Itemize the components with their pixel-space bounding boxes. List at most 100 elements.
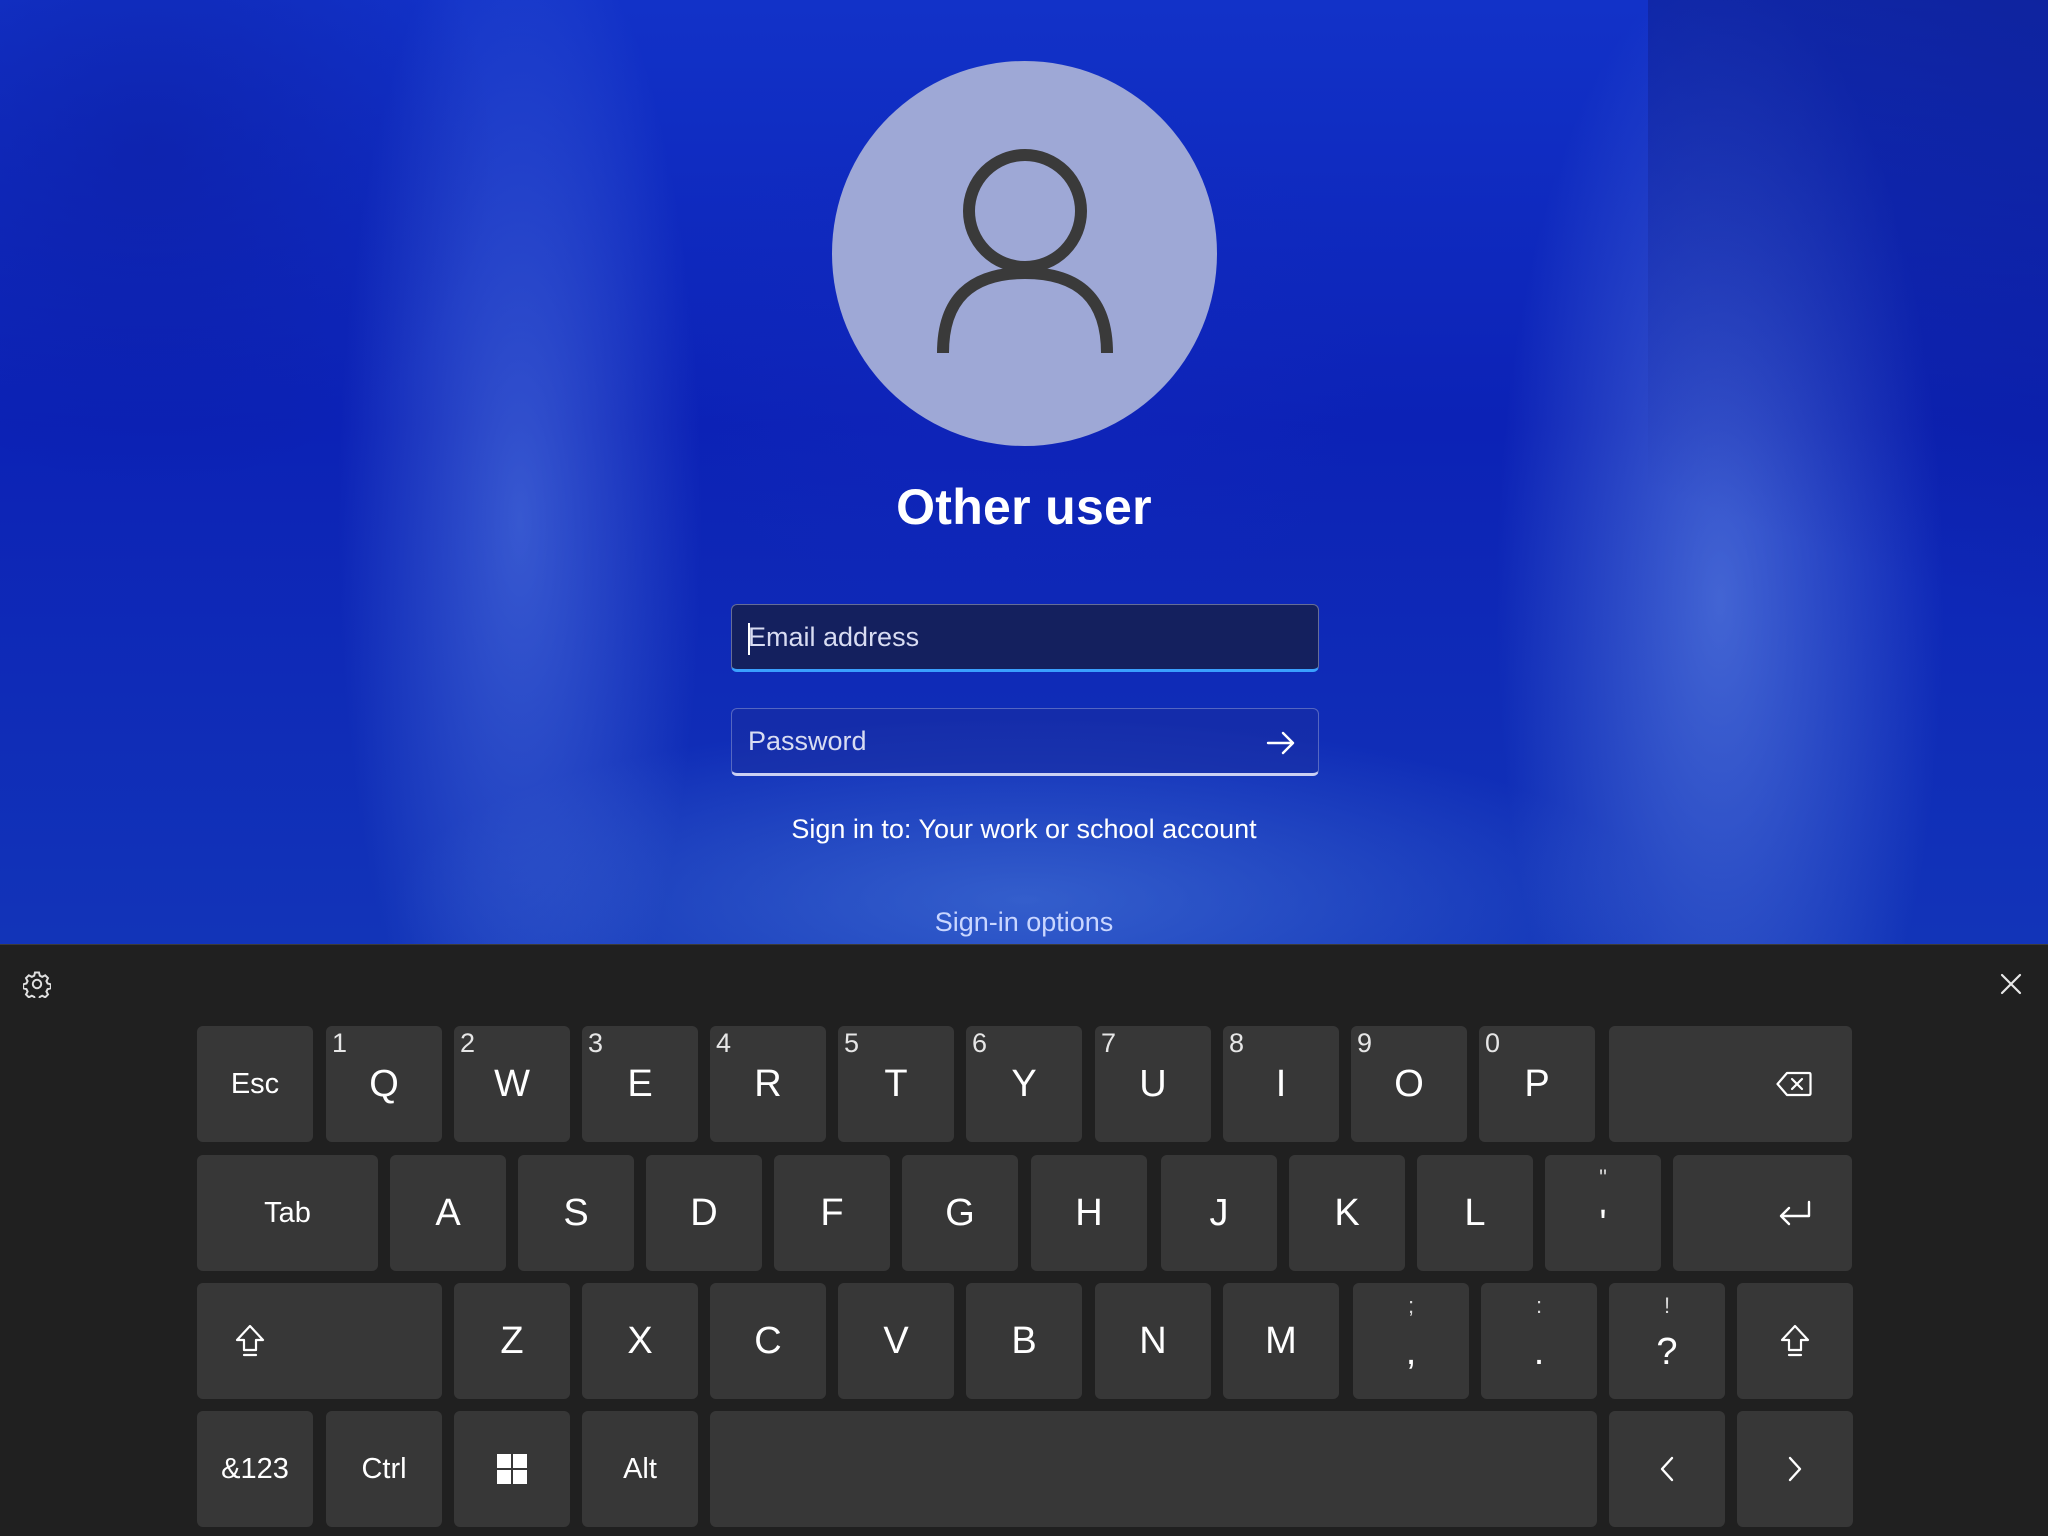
key-esc[interactable]: Esc bbox=[197, 1026, 313, 1142]
key-label: K bbox=[1334, 1191, 1360, 1234]
gear-icon bbox=[23, 971, 51, 998]
key-u[interactable]: 7 U bbox=[1095, 1026, 1211, 1142]
key-r[interactable]: 4 R bbox=[710, 1026, 826, 1142]
key-b[interactable]: B bbox=[966, 1283, 1082, 1399]
key-label: B bbox=[1011, 1319, 1037, 1362]
key-label: S bbox=[563, 1191, 589, 1234]
key-label: M bbox=[1265, 1319, 1297, 1362]
key-label: X bbox=[627, 1319, 653, 1362]
chevron-right-icon bbox=[1737, 1411, 1853, 1527]
key-label: Z bbox=[500, 1319, 524, 1362]
key-v[interactable]: V bbox=[838, 1283, 954, 1399]
key-z[interactable]: Z bbox=[454, 1283, 570, 1399]
key-i[interactable]: 8 I bbox=[1223, 1026, 1339, 1142]
key-j[interactable]: J bbox=[1161, 1155, 1277, 1271]
key-label: Tab bbox=[264, 1196, 311, 1229]
key-left-arrow[interactable] bbox=[1609, 1411, 1725, 1527]
key-s[interactable]: S bbox=[518, 1155, 634, 1271]
key-label: O bbox=[1394, 1062, 1424, 1105]
key-label: T bbox=[884, 1062, 908, 1105]
key-k[interactable]: K bbox=[1289, 1155, 1405, 1271]
key-shift-left[interactable] bbox=[197, 1283, 442, 1399]
key-label: , bbox=[1405, 1331, 1417, 1373]
key-label: D bbox=[690, 1191, 718, 1234]
key-c[interactable]: C bbox=[710, 1283, 826, 1399]
key-shift-label: ; bbox=[1407, 1293, 1415, 1318]
key-e[interactable]: 3 E bbox=[582, 1026, 698, 1142]
key-symbols[interactable]: &123 bbox=[197, 1411, 313, 1527]
key-q[interactable]: 1 Q bbox=[326, 1026, 442, 1142]
key-l[interactable]: L bbox=[1417, 1155, 1533, 1271]
key-f[interactable]: F bbox=[774, 1155, 890, 1271]
user-avatar bbox=[832, 61, 1217, 446]
key-label: P bbox=[1524, 1062, 1550, 1105]
key-label: Q bbox=[369, 1062, 399, 1105]
key-comma[interactable]: ; , bbox=[1353, 1283, 1469, 1399]
key-space[interactable] bbox=[710, 1411, 1597, 1527]
key-label: Y bbox=[1011, 1062, 1037, 1105]
key-label: I bbox=[1275, 1062, 1287, 1105]
keyboard-settings-button[interactable] bbox=[22, 969, 52, 999]
key-g[interactable]: G bbox=[902, 1155, 1018, 1271]
submit-button[interactable] bbox=[1264, 726, 1298, 760]
key-o[interactable]: 9 O bbox=[1351, 1026, 1467, 1142]
password-field[interactable] bbox=[731, 708, 1319, 776]
user-name: Other user bbox=[896, 479, 1152, 535]
key-h[interactable]: H bbox=[1031, 1155, 1147, 1271]
key-shift-right[interactable] bbox=[1737, 1283, 1853, 1399]
key-label: J bbox=[1209, 1191, 1229, 1234]
key-a[interactable]: A bbox=[390, 1155, 506, 1271]
close-icon bbox=[2000, 973, 2022, 995]
password-input[interactable] bbox=[732, 709, 1318, 773]
key-right-arrow[interactable] bbox=[1737, 1411, 1853, 1527]
key-label: Esc bbox=[230, 1067, 280, 1100]
key-label: E bbox=[627, 1062, 653, 1105]
key-label: Ctrl bbox=[361, 1452, 407, 1485]
keyboard-close-button[interactable] bbox=[1996, 969, 2026, 999]
key-label: A bbox=[435, 1191, 461, 1234]
arrow-right-icon bbox=[1266, 731, 1295, 755]
key-label: V bbox=[883, 1319, 909, 1362]
key-shift-label: ! bbox=[1663, 1293, 1671, 1318]
shift-icon bbox=[1737, 1283, 1853, 1399]
key-question[interactable]: ! ? bbox=[1609, 1283, 1725, 1399]
key-backspace[interactable] bbox=[1609, 1026, 1852, 1142]
key-p[interactable]: 0 P bbox=[1479, 1026, 1595, 1142]
key-label: &123 bbox=[221, 1452, 289, 1485]
key-label: Alt bbox=[623, 1452, 657, 1485]
key-n[interactable]: N bbox=[1095, 1283, 1211, 1399]
key-label: U bbox=[1139, 1062, 1167, 1105]
key-label: . bbox=[1533, 1331, 1545, 1373]
key-label: ? bbox=[1656, 1331, 1678, 1373]
key-m[interactable]: M bbox=[1223, 1283, 1339, 1399]
key-tab[interactable]: Tab bbox=[197, 1155, 378, 1271]
key-label: G bbox=[945, 1191, 975, 1234]
email-field[interactable] bbox=[731, 604, 1319, 672]
key-windows[interactable] bbox=[454, 1411, 570, 1527]
key-period[interactable]: : . bbox=[1481, 1283, 1597, 1399]
key-label: R bbox=[754, 1062, 782, 1105]
key-label: C bbox=[754, 1319, 782, 1362]
person-icon bbox=[936, 148, 1113, 353]
email-input[interactable] bbox=[732, 605, 1318, 669]
key-ctrl[interactable]: Ctrl bbox=[326, 1411, 442, 1527]
key-label: L bbox=[1464, 1191, 1486, 1234]
key-w[interactable]: 2 W bbox=[454, 1026, 570, 1142]
key-label: W bbox=[494, 1062, 530, 1105]
key-d[interactable]: D bbox=[646, 1155, 762, 1271]
sign-in-options-link[interactable]: Sign-in options bbox=[0, 907, 2048, 938]
key-shift-label: : bbox=[1535, 1293, 1543, 1318]
key-x[interactable]: X bbox=[582, 1283, 698, 1399]
touch-keyboard: Esc 1 Q 2 W 3 E 4 R 5 T 6 Y 7 U 8 I 9 O … bbox=[0, 944, 2048, 1536]
key-quote[interactable]: " ' bbox=[1545, 1155, 1661, 1271]
enter-icon bbox=[1673, 1155, 1852, 1271]
key-t[interactable]: 5 T bbox=[838, 1026, 954, 1142]
key-label: H bbox=[1075, 1191, 1103, 1234]
key-label: F bbox=[820, 1191, 844, 1234]
key-label: ' bbox=[1599, 1203, 1607, 1245]
key-y[interactable]: 6 Y bbox=[966, 1026, 1082, 1142]
key-alt[interactable]: Alt bbox=[582, 1411, 698, 1527]
key-enter[interactable] bbox=[1673, 1155, 1852, 1271]
key-label: N bbox=[1139, 1319, 1167, 1362]
lock-screen: Other user Sign in to: Your work or scho… bbox=[0, 0, 2048, 1536]
